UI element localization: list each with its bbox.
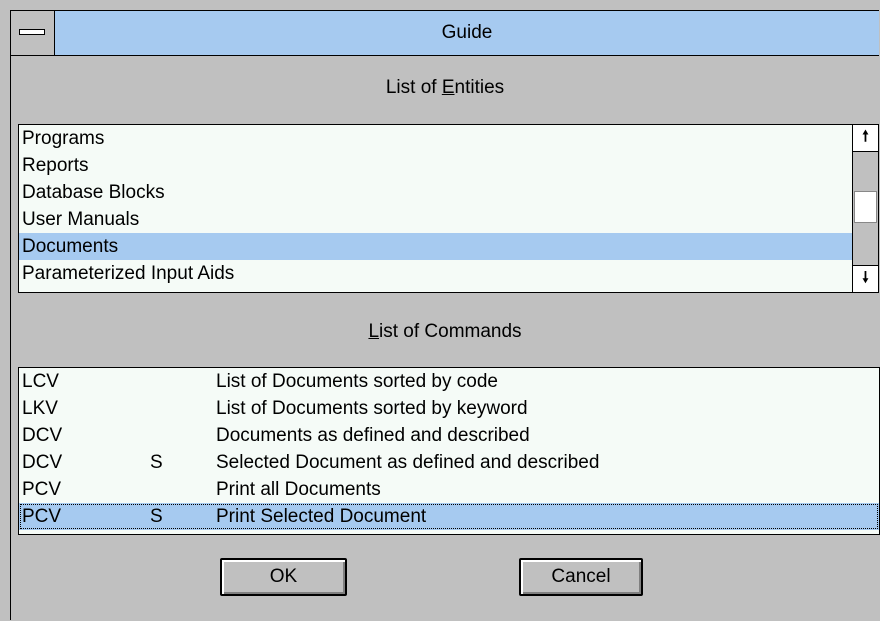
system-menu-icon: [19, 29, 45, 35]
command-code: PCV: [22, 506, 62, 527]
title-bar[interactable]: Guide: [11, 11, 879, 56]
command-description: List of Documents sorted by code: [216, 371, 498, 392]
arrow-up-icon: 🠕: [862, 127, 869, 145]
scroll-thumb[interactable]: [854, 191, 877, 223]
entity-list-item[interactable]: Documents: [19, 233, 852, 260]
command-code: LKV: [22, 398, 58, 419]
command-flag: S: [150, 452, 163, 473]
arrow-down-icon: 🠗: [862, 268, 869, 286]
entity-list-item[interactable]: Database Blocks: [19, 179, 852, 206]
commands-caption: List of Commands: [368, 321, 522, 342]
command-flag: S: [150, 506, 163, 527]
entity-list-item[interactable]: Parameterized Input Aids: [19, 260, 852, 287]
ok-button[interactable]: OK: [220, 558, 347, 596]
command-list-item[interactable]: PCV S Print Selected Document: [19, 503, 879, 530]
command-list-item[interactable]: PCV Print all Documents: [19, 476, 879, 503]
command-list-item[interactable]: DCV S Selected Document as defined and des…: [19, 449, 879, 476]
commands-listbox[interactable]: LCV List of Documents sorted by code LKV Li…: [18, 367, 880, 535]
entity-list-item[interactable]: Reports: [19, 152, 852, 179]
command-code: LCV: [22, 371, 59, 392]
entity-list-item[interactable]: Programs: [19, 125, 852, 152]
command-list-item[interactable]: LCV List of Documents sorted by code: [19, 368, 879, 395]
command-description: List of Documents sorted by keyword: [216, 398, 528, 419]
command-code: DCV: [22, 425, 63, 446]
command-description: Print Selected Document: [216, 506, 427, 527]
command-code: PCV: [22, 479, 62, 500]
entity-list-item[interactable]: User Manuals: [19, 206, 852, 233]
command-description: Print all Documents: [216, 479, 381, 500]
command-code: DCV: [22, 452, 63, 473]
entities-listbox[interactable]: Parameterized Input Aids Documents User Ma…: [18, 124, 879, 293]
system-menu-button[interactable]: [11, 11, 55, 55]
entities-scrollbar[interactable]: 🠕 🠗: [852, 125, 878, 292]
scroll-up-button[interactable]: 🠕: [853, 125, 878, 152]
command-description: Selected Document as defined and describ…: [216, 452, 600, 473]
command-description: Documents as defined and described: [216, 425, 530, 446]
entities-caption: List of Entities: [385, 77, 505, 98]
cancel-button[interactable]: Cancel: [519, 558, 643, 596]
command-list-item[interactable]: LKV List of Documents sorted by keyword: [19, 395, 879, 422]
guide-dialog: Guide List of Entities Parameterized Inp…: [10, 10, 880, 620]
window-title: Guide: [441, 22, 493, 43]
command-list-item[interactable]: DCV Documents as defined and described: [19, 422, 879, 449]
scroll-down-button[interactable]: 🠗: [853, 265, 878, 292]
